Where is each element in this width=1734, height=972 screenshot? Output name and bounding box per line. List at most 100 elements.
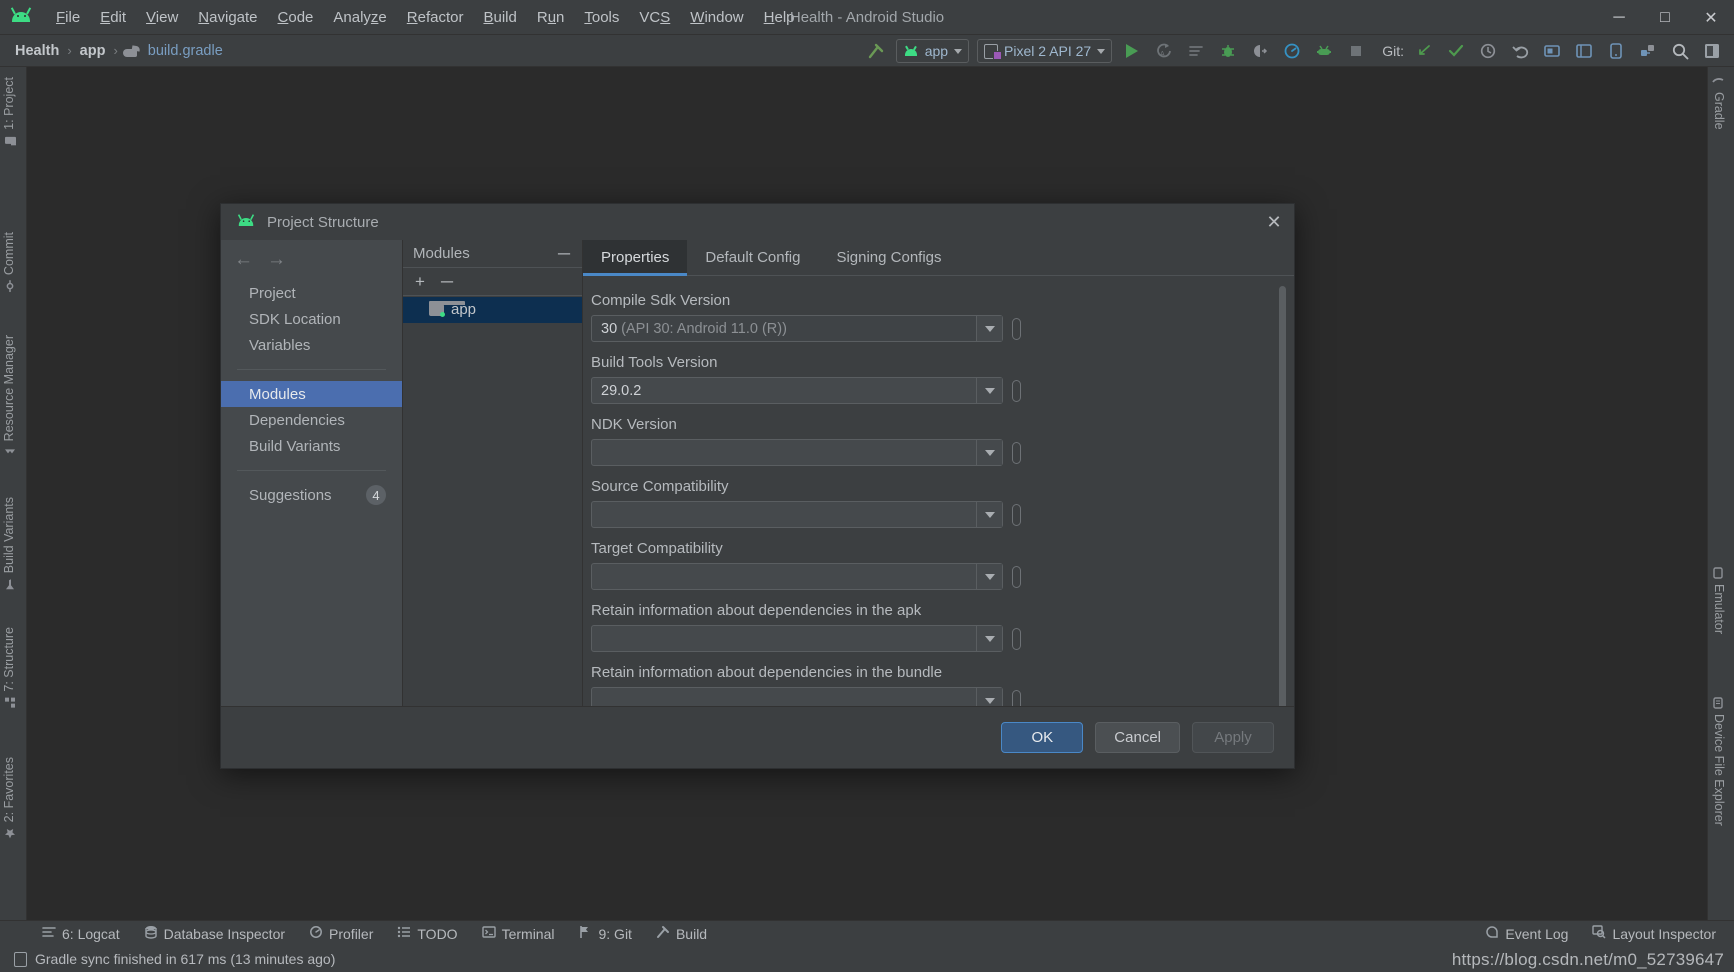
menu-item-edit[interactable]: Edit <box>90 5 136 30</box>
breadcrumb-item-project[interactable]: Health <box>12 41 62 61</box>
compile-sdk-version-combo[interactable]: 30 (API 30: Android 11.0 (R)) <box>591 315 1003 342</box>
bottom-item-build[interactable]: Build <box>644 921 719 947</box>
build-tools-version-combo[interactable]: 29.0.2 <box>591 377 1003 404</box>
dialog-nav-item-project[interactable]: Project <box>221 280 402 306</box>
bottom-item-terminal[interactable]: Terminal <box>470 921 567 947</box>
sdk-manager-icon[interactable] <box>1309 38 1339 64</box>
dialog-close-button[interactable]: ✕ <box>1262 210 1286 234</box>
variable-picker-button[interactable] <box>1012 441 1021 464</box>
device-selector[interactable]: Pixel 2 API 27 <box>977 39 1113 63</box>
menu-item-analyze[interactable]: Analyze <box>323 5 396 30</box>
chevron-down-icon[interactable] <box>976 378 1002 403</box>
bottom-item-layout-inspector[interactable]: Layout Inspector <box>1580 921 1728 947</box>
dialog-nav-item-modules[interactable]: Modules <box>221 381 402 407</box>
chevron-down-icon[interactable] <box>976 316 1002 341</box>
variable-picker-button[interactable] <box>1012 565 1021 588</box>
bottom-item-database-inspector[interactable]: Database Inspector <box>132 921 297 947</box>
apply-code-changes-icon[interactable] <box>1181 38 1211 64</box>
properties-scrollbar[interactable] <box>1279 286 1286 706</box>
tool-window-device-file-explorer[interactable]: Device File Explorer <box>1712 697 1726 826</box>
bottom-item-logcat[interactable]: 6: Logcat <box>30 921 132 947</box>
remove-module-button[interactable]: ─ <box>441 272 453 292</box>
build-hammer-icon[interactable] <box>861 38 891 64</box>
module-list-item-app[interactable]: app <box>403 297 582 323</box>
tool-window-project[interactable]: 1: Project <box>2 77 16 147</box>
retain-bundle-combo[interactable] <box>591 687 1003 706</box>
source-compatibility-combo[interactable] <box>591 501 1003 528</box>
chevron-down-icon[interactable] <box>976 564 1002 589</box>
dialog-nav-item-suggestions[interactable]: Suggestions 4 <box>221 482 402 508</box>
target-compatibility-combo[interactable] <box>591 563 1003 590</box>
undo-icon[interactable] <box>1505 38 1535 64</box>
tool-window-favorites[interactable]: 2: Favorites <box>2 757 16 839</box>
menu-item-build[interactable]: Build <box>473 5 526 30</box>
chevron-down-icon[interactable] <box>976 688 1002 706</box>
chevron-down-icon[interactable] <box>976 626 1002 651</box>
breadcrumb-item-file[interactable]: build.gradle <box>145 41 226 61</box>
tab-default-config[interactable]: Default Config <box>687 240 818 275</box>
ndk-version-combo[interactable] <box>591 439 1003 466</box>
git-update-icon[interactable] <box>1409 38 1439 64</box>
stop-button[interactable] <box>1341 38 1371 64</box>
avd-manager-icon[interactable] <box>1537 38 1567 64</box>
menu-item-file[interactable]: File <box>46 5 90 30</box>
back-arrow-icon[interactable]: ← <box>234 249 253 271</box>
forward-arrow-icon[interactable]: → <box>267 249 286 271</box>
variable-picker-button[interactable] <box>1012 317 1021 340</box>
tool-window-emulator[interactable]: Emulator <box>1712 567 1726 634</box>
tool-window-build-variants[interactable]: Build Variants <box>2 497 16 590</box>
tab-signing-configs[interactable]: Signing Configs <box>818 240 959 275</box>
dialog-nav-item-sdk-location[interactable]: SDK Location <box>221 306 402 332</box>
chevron-down-icon[interactable] <box>976 440 1002 465</box>
properties-scrollbar-thumb[interactable] <box>1279 286 1286 706</box>
maximize-button[interactable]: □ <box>1642 0 1688 35</box>
menu-item-run[interactable]: Run <box>527 5 575 30</box>
debug-icon[interactable] <box>1213 38 1243 64</box>
menu-item-refactor[interactable]: Refactor <box>397 5 474 30</box>
device-manager-icon[interactable] <box>1601 38 1631 64</box>
tool-window-commit[interactable]: Commit <box>2 232 16 293</box>
close-window-button[interactable]: ✕ <box>1688 0 1734 35</box>
git-commit-icon[interactable] <box>1441 38 1471 64</box>
run-button[interactable] <box>1117 38 1147 64</box>
retain-apk-combo[interactable] <box>591 625 1003 652</box>
git-history-icon[interactable] <box>1473 38 1503 64</box>
sync-gradle-icon[interactable] <box>1633 38 1663 64</box>
tool-window-structure[interactable]: 7: Structure <box>2 627 16 709</box>
project-structure-icon[interactable] <box>1697 38 1727 64</box>
menu-item-code[interactable]: Code <box>268 5 324 30</box>
bottom-item-event-log[interactable]: Event Log <box>1473 921 1580 947</box>
variable-picker-button[interactable] <box>1012 689 1021 706</box>
bottom-item-git[interactable]: 9: Git <box>566 921 643 947</box>
run-configuration-selector[interactable]: app <box>895 39 970 63</box>
dialog-nav-item-dependencies[interactable]: Dependencies <box>221 407 402 433</box>
variable-picker-button[interactable] <box>1012 627 1021 650</box>
chevron-down-icon[interactable] <box>976 502 1002 527</box>
profiler-icon[interactable] <box>1277 38 1307 64</box>
search-icon[interactable] <box>1665 38 1695 64</box>
ok-button[interactable]: OK <box>1001 722 1084 753</box>
attach-debugger-icon[interactable] <box>1245 38 1275 64</box>
dialog-nav-item-variables[interactable]: Variables <box>221 332 402 358</box>
add-module-button[interactable]: + <box>415 272 425 292</box>
apply-changes-icon[interactable]: A <box>1149 38 1179 64</box>
tool-window-build-variants-label: Build Variants <box>2 497 16 574</box>
modules-collapse-button[interactable]: ─ <box>558 245 570 262</box>
menu-item-window[interactable]: Window <box>680 5 753 30</box>
layout-editor-icon[interactable] <box>1569 38 1599 64</box>
variable-picker-button[interactable] <box>1012 503 1021 526</box>
tab-properties[interactable]: Properties <box>583 240 688 276</box>
tool-window-gradle[interactable]: Gradle <box>1712 75 1726 130</box>
dialog-nav-item-build-variants[interactable]: Build Variants <box>221 433 402 459</box>
minimize-button[interactable]: ─ <box>1596 0 1642 35</box>
menu-item-navigate[interactable]: Navigate <box>188 5 267 30</box>
breadcrumb-item-module[interactable]: app <box>77 41 109 61</box>
menu-item-view[interactable]: View <box>136 5 188 30</box>
variable-picker-button[interactable] <box>1012 379 1021 402</box>
cancel-button[interactable]: Cancel <box>1095 722 1180 753</box>
bottom-item-todo[interactable]: TODO <box>385 921 469 947</box>
bottom-item-profiler[interactable]: Profiler <box>297 921 385 947</box>
menu-item-tools[interactable]: Tools <box>574 5 629 30</box>
menu-item-vcs[interactable]: VCS <box>629 5 680 30</box>
tool-window-resource-manager[interactable]: Resource Manager <box>2 335 16 458</box>
